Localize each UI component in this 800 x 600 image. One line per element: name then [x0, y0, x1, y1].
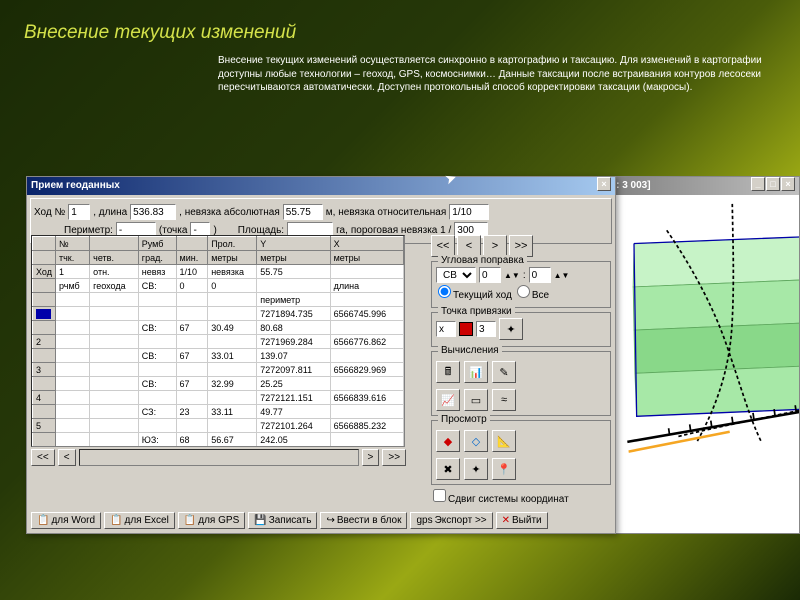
table-row[interactable]: рчмбгеоходаСВ:00длина: [33, 279, 404, 293]
anchor-icon[interactable]: ✦: [499, 318, 523, 340]
table-row[interactable]: Ход1отн.невяз1/10невязка55.75: [33, 265, 404, 279]
close-icon[interactable]: ×: [597, 177, 611, 191]
export-button[interactable]: gps Экспорт >>: [410, 512, 492, 529]
arrow-icon: ↪: [326, 515, 334, 526]
nav-dl-icon[interactable]: <<: [431, 235, 455, 257]
table-row[interactable]: 27271969.2846566776.862: [33, 335, 404, 349]
data-grid[interactable]: №РумбПрол.YXтчк.четв.град.мин.метрыметры…: [32, 236, 404, 447]
table-row[interactable]: 47272121.1516566839.616: [33, 391, 404, 405]
dlina-input[interactable]: [130, 204, 176, 220]
deg-input[interactable]: [479, 267, 501, 283]
area-label: Площадь:: [238, 225, 284, 236]
nevrel-label: м, невязка относительная: [326, 207, 446, 218]
max-button[interactable]: □: [766, 177, 780, 191]
view4-icon[interactable]: ✖: [436, 458, 460, 480]
view2-icon[interactable]: ◇: [464, 430, 488, 452]
cb-select[interactable]: СВ:: [436, 267, 476, 283]
shift-checkbox[interactable]: Сдвиг системы координат: [431, 489, 569, 505]
pencil-icon[interactable]: ✎: [492, 361, 516, 383]
min-button[interactable]: _: [751, 177, 765, 191]
nav-l-icon[interactable]: <: [457, 235, 481, 257]
map-canvas[interactable]: [606, 195, 799, 533]
nav-last[interactable]: >>: [382, 449, 406, 466]
save-button[interactable]: 💾Записать: [248, 512, 317, 529]
table-row[interactable]: 57272101.2646566885.232: [33, 419, 404, 433]
table-row[interactable]: 67271875.3716566798.274: [33, 447, 404, 448]
nevrel-input[interactable]: [449, 204, 489, 220]
map-title: [ : 3 003]: [610, 177, 651, 195]
slide-title: Внесение текущих изменений: [24, 22, 296, 44]
map-window: [ : 3 003] _ □ ×: [605, 176, 800, 534]
gps-icon: gps: [416, 515, 432, 526]
nav-prev[interactable]: <: [58, 449, 76, 466]
tochka-label: (точка: [159, 225, 188, 236]
table-row[interactable]: СВ:6730.4980.68: [33, 321, 404, 335]
tp-x[interactable]: [436, 321, 456, 337]
word-button[interactable]: 📋для Word: [31, 512, 101, 529]
view6-icon[interactable]: 📍: [492, 458, 516, 480]
radio-all[interactable]: Все: [515, 285, 549, 301]
calc2-icon[interactable]: 📊: [464, 361, 488, 383]
group-calc: Вычисления: [438, 345, 502, 356]
slide-description: Внесение текущих изменений осуществляетс…: [218, 54, 778, 95]
nav-r-icon[interactable]: >: [483, 235, 507, 257]
table-row[interactable]: СВ:6733.01139.07: [33, 349, 404, 363]
rect-icon[interactable]: ▭: [464, 389, 488, 411]
table-row[interactable]: периметр: [33, 293, 404, 307]
table-row[interactable]: СВ:6732.9925.25: [33, 377, 404, 391]
view5-icon[interactable]: ✦: [464, 458, 488, 480]
area-unit: га,: [336, 225, 348, 236]
radio-current[interactable]: Текущий ход: [436, 285, 512, 301]
geodata-window: Прием геоданных × Ход № , длина , невязк…: [26, 176, 616, 534]
perim-label: Периметр:: [64, 225, 113, 236]
calc-icon[interactable]: 🖩: [436, 361, 460, 383]
group-angle: Угловая поправка: [438, 255, 527, 266]
red-square-icon: [459, 322, 473, 336]
grid-scrollbar[interactable]: << < > >>: [31, 449, 406, 466]
min-input[interactable]: [529, 267, 551, 283]
copy-icon: 📋: [184, 515, 196, 526]
hod-label: Ход №: [34, 207, 65, 218]
dlina-label: , длина: [93, 207, 127, 218]
tochka-close: ): [213, 225, 216, 236]
close-icon: ✕: [502, 515, 510, 526]
gps-button[interactable]: 📋для GPS: [178, 512, 245, 529]
view3-icon[interactable]: 📐: [492, 430, 516, 452]
table-row[interactable]: ЮЗ:6856.67242.05: [33, 433, 404, 447]
disk-icon: 💾: [254, 515, 266, 526]
porog-label: пороговая невязка 1 /: [351, 225, 451, 236]
copy-icon: 📋: [37, 515, 49, 526]
nav-first[interactable]: <<: [31, 449, 55, 466]
nevabs-input[interactable]: [283, 204, 323, 220]
copy-icon: 📋: [110, 515, 122, 526]
table-row[interactable]: 37272097.8116566829.969: [33, 363, 404, 377]
excel-button[interactable]: 📋для Excel: [104, 512, 175, 529]
group-view: Просмотр: [438, 414, 490, 425]
table-row[interactable]: СЗ:2333.1149.77: [33, 405, 404, 419]
tp-n[interactable]: [476, 321, 496, 337]
hod-input[interactable]: [68, 204, 90, 220]
exit-button[interactable]: ✕Выйти: [496, 512, 548, 529]
window-title: Прием геоданных: [31, 177, 120, 195]
nav-dr-icon[interactable]: >>: [509, 235, 533, 257]
group-anchor: Точка привязки: [438, 306, 515, 317]
nav-next[interactable]: >: [362, 449, 380, 466]
graph-icon[interactable]: 📈: [436, 389, 460, 411]
nevabs-label: , невязка абсолютная: [179, 207, 280, 218]
block-button[interactable]: ↪Ввести в блок: [320, 512, 407, 529]
tilde-icon[interactable]: ≈: [492, 389, 516, 411]
table-row[interactable]: 7271894.7356566745.996: [33, 307, 404, 321]
close-button[interactable]: ×: [781, 177, 795, 191]
view1-icon[interactable]: ◆: [436, 430, 460, 452]
